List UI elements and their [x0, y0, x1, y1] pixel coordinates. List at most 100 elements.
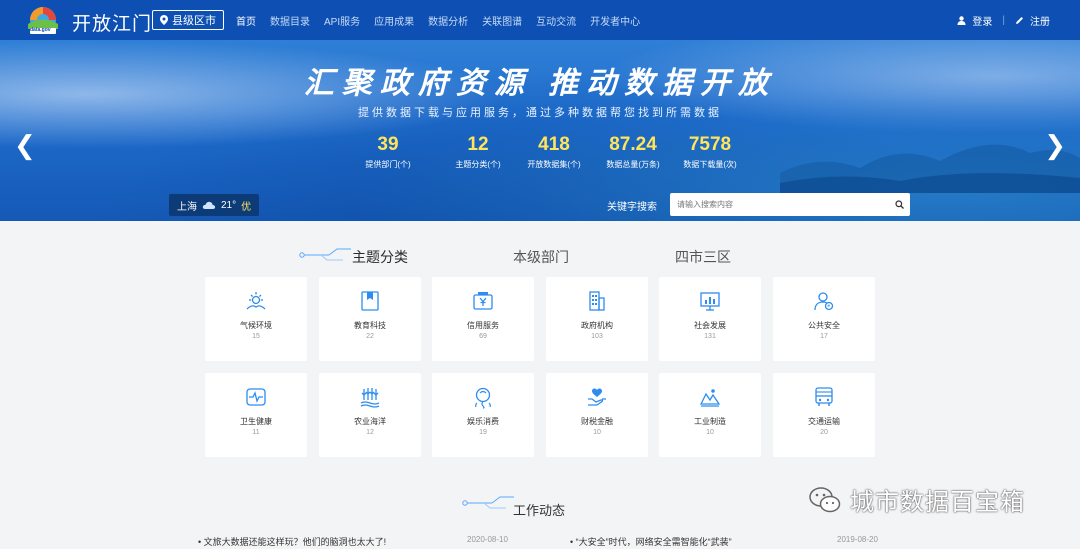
stat-value: 87.24: [609, 134, 657, 155]
stat-departments: 39 提供部门(个): [362, 134, 414, 170]
stat-label: 主题分类(个): [455, 160, 501, 169]
category-card-security[interactable]: 公共安全 17: [773, 277, 875, 361]
category-card-agriculture[interactable]: 农业海洋 12: [319, 373, 421, 457]
category-card-entertainment[interactable]: 娱乐消费 19: [432, 373, 534, 457]
pulse-icon: [246, 388, 266, 406]
category-card-transport[interactable]: 交通运输 20: [773, 373, 875, 457]
region-selector-button[interactable]: 县级区市: [152, 10, 224, 30]
book-icon: [361, 291, 379, 311]
nav-item-interaction[interactable]: 互动交流: [536, 13, 576, 28]
news-item-date: 2020-08-10: [467, 535, 508, 544]
circuit-decoration-icon: [462, 496, 514, 509]
tab-topics[interactable]: 主题分类: [352, 247, 408, 267]
carousel-prev-icon[interactable]: ❮: [14, 132, 36, 158]
stat-label: 开放数据集(个): [527, 160, 581, 169]
cloud-icon: [202, 201, 216, 209]
category-card-industry[interactable]: 工业制造 10: [659, 373, 761, 457]
search-button[interactable]: [888, 200, 910, 209]
factory-icon: [699, 389, 721, 407]
nav-item-home[interactable]: 首页: [236, 13, 256, 28]
chart-icon: [700, 292, 720, 311]
air-quality: 优: [241, 201, 252, 213]
nav-item-api[interactable]: API服务: [324, 13, 360, 28]
category-name: 工业制造: [694, 417, 726, 426]
stat-label: 数据下载量(次): [683, 160, 737, 169]
tab-cities[interactable]: 四市三区: [675, 247, 731, 267]
nav-item-applications[interactable]: 应用成果: [374, 13, 414, 28]
wechat-icon: [809, 486, 841, 512]
circuit-decoration-icon: [299, 248, 351, 261]
weather-widget: 上海 21° 优: [169, 194, 260, 216]
news-item[interactable]: • 文旅大数据还能这样玩？他们的脑洞也太大了!: [198, 535, 386, 548]
stat-value: 12: [467, 134, 489, 155]
category-name: 气候环境: [240, 321, 272, 330]
search-box: [670, 193, 910, 216]
building-icon: [589, 291, 605, 311]
nav-item-data-catalog[interactable]: 数据目录: [270, 13, 310, 28]
search-icon: [894, 200, 904, 209]
top-navigation-bar: data.gov 开放江门 县级区市 首页 数据目录 API服务 应用成果 数据…: [0, 0, 1080, 40]
category-name: 交通运输: [808, 417, 840, 426]
stat-value: 418: [538, 134, 570, 155]
register-link[interactable]: 注册: [1030, 13, 1050, 28]
nav-item-analysis[interactable]: 数据分析: [428, 13, 468, 28]
weather-temperature: 21°: [221, 199, 237, 211]
nav-item-graph[interactable]: 关联图谱: [482, 13, 522, 28]
category-count: 19: [479, 429, 487, 436]
banner-subline: 提供数据下载与应用服务，通过多种数据帮您找到所需数据: [358, 107, 722, 119]
news-item-text[interactable]: 文旅大数据还能这样玩？他们的脑洞也太大了!: [204, 537, 387, 547]
category-card-education[interactable]: 教育科技 22: [319, 277, 421, 361]
yuan-icon: [473, 292, 493, 310]
category-name: 娱乐消费: [467, 417, 499, 426]
news-item[interactable]: • “大安全”时代，网络安全需智能化“武装”: [570, 535, 732, 548]
category-name: 信用服务: [467, 321, 499, 330]
stat-label: 数据总量(万条): [606, 160, 660, 169]
category-count: 11: [252, 429, 260, 436]
category-name: 卫生健康: [240, 417, 272, 426]
category-card-society[interactable]: 社会发展 131: [659, 277, 761, 361]
category-name: 农业海洋: [354, 417, 386, 426]
news-item-text[interactable]: “大安全”时代，网络安全需智能化“武装”: [576, 537, 732, 547]
category-name: 政府机构: [581, 321, 613, 330]
search-input[interactable]: [670, 193, 888, 216]
carousel-next-icon[interactable]: ❯: [1044, 132, 1066, 158]
category-card-credit[interactable]: 信用服务 69: [432, 277, 534, 361]
category-count: 15: [252, 333, 260, 340]
pencil-icon: [1016, 17, 1023, 24]
region-button-label: 县级区市: [172, 15, 216, 27]
category-count: 10: [593, 429, 601, 436]
category-count: 69: [479, 333, 487, 340]
category-card-government[interactable]: 政府机构 103: [546, 277, 648, 361]
stat-label: 提供部门(个): [365, 160, 411, 169]
site-title[interactable]: 开放江门: [72, 9, 152, 36]
auth-links: 登录 | 注册: [957, 13, 1050, 28]
auth-divider: |: [1002, 15, 1005, 26]
stat-datasets: 418 开放数据集(个): [524, 134, 584, 170]
category-tabs: 主题分类 本级部门 四市三区: [0, 244, 1080, 266]
stat-value: 7578: [688, 134, 732, 155]
watermark: 城市数据百宝箱: [808, 482, 1025, 517]
search-label: 关键字搜索: [607, 202, 657, 213]
category-name: 教育科技: [354, 321, 386, 330]
category-card-health[interactable]: 卫生健康 11: [205, 373, 307, 457]
stat-downloads: 7578 数据下载量(次): [678, 134, 742, 170]
weather-city: 上海: [177, 201, 197, 213]
category-count: 17: [820, 333, 828, 340]
login-link[interactable]: 登录: [972, 13, 992, 28]
user-icon: [957, 16, 966, 25]
category-name: 社会发展: [694, 321, 726, 330]
news-item-date: 2019-08-20: [837, 535, 878, 544]
main-nav: 首页 数据目录 API服务 应用成果 数据分析 关联图谱 互动交流 开发者中心: [236, 0, 640, 40]
category-count: 20: [820, 429, 828, 436]
balloon-icon: [475, 387, 491, 409]
category-name: 公共安全: [808, 321, 840, 330]
category-count: 10: [706, 429, 714, 436]
category-card-finance[interactable]: 财税金融 10: [546, 373, 648, 457]
category-count: 131: [704, 333, 716, 340]
category-count: 12: [366, 429, 374, 436]
category-card-climate[interactable]: 气候环境 15: [205, 277, 307, 361]
nav-item-developer[interactable]: 开发者中心: [590, 13, 640, 28]
category-name: 财税金融: [581, 417, 613, 426]
tab-departments[interactable]: 本级部门: [513, 247, 569, 267]
user-shield-icon: [814, 292, 834, 311]
